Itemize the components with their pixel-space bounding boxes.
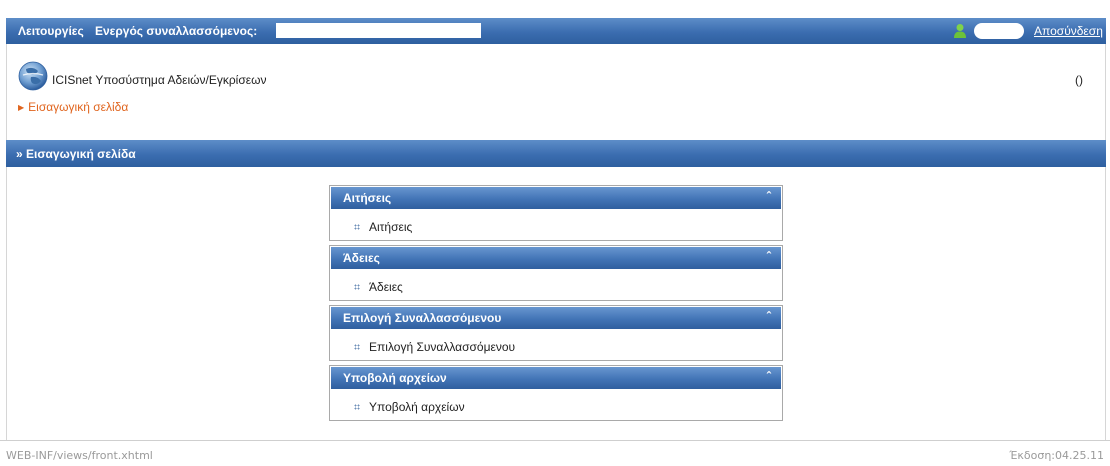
panel-header[interactable]: Άδειες ˆ [331, 247, 781, 269]
footer-version: Έκδοση:04.25.11 [1009, 449, 1104, 462]
panel-applications: Αιτήσεις ˆ Αιτήσεις [329, 185, 783, 241]
panel-item-licenses[interactable]: Άδειες [354, 280, 403, 294]
panel-title: Υποβολή αρχείων [343, 371, 447, 385]
section-header: » Εισαγωγική σελίδα [6, 140, 1106, 167]
double-chevron-up-icon[interactable]: ˆ [767, 309, 771, 324]
bullet-icon [354, 224, 360, 230]
panel-item-file-upload[interactable]: Υποβολή αρχείων [354, 400, 465, 414]
panel-item-applications[interactable]: Αιτήσεις [354, 220, 412, 234]
panel-item-label: Άδειες [369, 280, 403, 294]
app-title: ICISnet Υποσύστημα Αδειών/Εγκρίσεων [52, 73, 267, 87]
username-box [974, 23, 1024, 39]
active-transactor-label: Ενεργός συναλλασσόμενος: [95, 24, 258, 38]
footer-view-path: WEB-INF/views/front.xhtml [6, 449, 153, 462]
top-bar: Λειτουργίες Ενεργός συναλλασσόμενος: Απο… [6, 18, 1106, 44]
breadcrumb[interactable]: ▶ Εισαγωγική σελίδα [18, 100, 128, 114]
double-chevron-up-icon[interactable]: ˆ [767, 249, 771, 264]
section-title: » Εισαγωγική σελίδα [16, 147, 136, 161]
panel-item-select-transactor[interactable]: Επιλογή Συναλλασσόμενου [354, 340, 515, 354]
panel-title: Αιτήσεις [343, 191, 392, 205]
panel-select-transactor: Επιλογή Συναλλασσόμενου ˆ Επιλογή Συναλλ… [329, 305, 783, 361]
bullet-icon [354, 404, 360, 410]
double-chevron-up-icon[interactable]: ˆ [767, 189, 771, 204]
double-chevron-up-icon[interactable]: ˆ [767, 369, 771, 384]
panel-title: Επιλογή Συναλλασσόμενου [343, 311, 502, 325]
panel-header[interactable]: Αιτήσεις ˆ [331, 187, 781, 209]
logout-link[interactable]: Αποσύνδεση [1034, 24, 1103, 38]
header-right-value: () [1075, 73, 1083, 87]
panel-item-label: Αιτήσεις [369, 220, 413, 234]
bullet-icon [354, 344, 360, 350]
user-icon [954, 24, 966, 38]
active-transactor-value [276, 23, 481, 38]
bullet-icon [354, 284, 360, 290]
breadcrumb-home-link[interactable]: Εισαγωγική σελίδα [28, 100, 128, 114]
panel-item-label: Επιλογή Συναλλασσόμενου [369, 340, 516, 354]
panel-file-upload: Υποβολή αρχείων ˆ Υποβολή αρχείων [329, 365, 783, 421]
globe-logo-icon [18, 61, 48, 91]
panel-item-label: Υποβολή αρχείων [369, 400, 465, 414]
breadcrumb-arrow-icon: ▶ [18, 103, 25, 112]
footer-divider [0, 440, 1110, 441]
panel-title: Άδειες [343, 251, 380, 265]
functions-menu[interactable]: Λειτουργίες [18, 24, 84, 38]
panel-header[interactable]: Επιλογή Συναλλασσόμενου ˆ [331, 307, 781, 329]
panel-header[interactable]: Υποβολή αρχείων ˆ [331, 367, 781, 389]
panel-licenses: Άδειες ˆ Άδειες [329, 245, 783, 301]
